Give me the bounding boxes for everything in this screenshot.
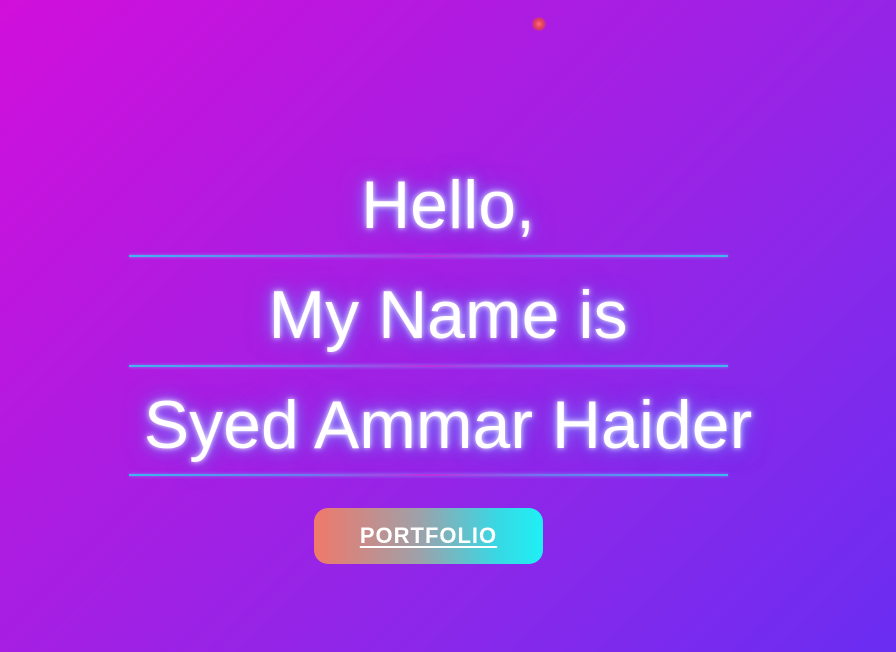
divider-1 — [129, 255, 728, 257]
greeting-text: Hello, — [361, 167, 535, 243]
portfolio-button-label: PORTFOLIO — [359, 523, 498, 548]
name-heading: Syed Ammar Haider — [143, 387, 753, 463]
divider-2 — [129, 365, 728, 367]
portfolio-button[interactable]: PORTFOLIO — [314, 508, 543, 564]
hero-section: Hello, My Name is Syed Ammar Haider PORT… — [0, 0, 896, 652]
intro-text: My Name is — [268, 277, 628, 353]
divider-3 — [129, 474, 728, 476]
